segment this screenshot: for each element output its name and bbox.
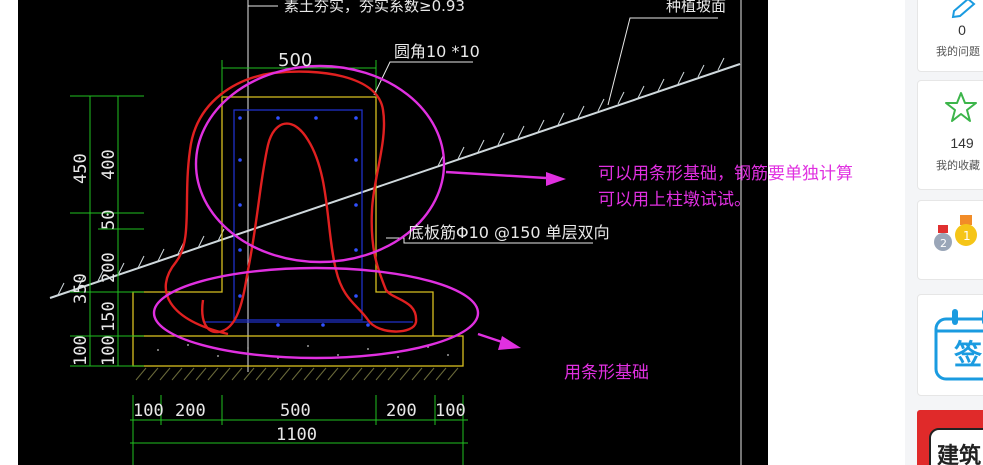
ground-hatch <box>135 367 459 381</box>
dim-total-1100: 1100 <box>276 425 317 445</box>
favorites-label: 我的收藏 <box>936 159 980 172</box>
questions-count: 0 <box>958 22 966 38</box>
promo-banner[interactable]: 建筑 <box>917 410 983 465</box>
dim-left-50: 50 <box>99 210 119 230</box>
slope-leader <box>607 17 718 106</box>
width-label: 500 <box>278 50 312 71</box>
rebar-label: 底板筋Φ10 @150 单层双向 <box>408 223 610 242</box>
dim-left-200: 200 <box>99 252 119 283</box>
signin-label: 签 <box>954 338 983 371</box>
annotation-note-2: 可以用上柱墩试试。 <box>598 190 751 210</box>
magenta-arrows <box>445 170 566 350</box>
dim-bottom-500: 500 <box>280 401 311 421</box>
signin-card[interactable]: 签 <box>917 294 983 396</box>
dim-bottom-200b: 200 <box>386 401 417 421</box>
dim-bottom-100b: 100 <box>435 401 466 421</box>
promo-banner-label: 建筑 <box>937 444 982 465</box>
medals-card[interactable]: 2 1 <box>917 200 983 280</box>
dim-left-100a: 100 <box>71 335 91 366</box>
dim-left-450: 450 <box>71 153 91 184</box>
fillet-leader <box>373 61 473 96</box>
top-label: 素土夯实，夯实系数≥0.93 <box>284 0 465 15</box>
svg-text:2: 2 <box>940 237 947 250</box>
question-content: 素土夯实，夯实系数≥0.93 种植坡面 圆角10 *10 500 底板筋Φ10 … <box>0 0 905 465</box>
my-favorites-card[interactable]: 149 我的收藏 <box>917 80 983 190</box>
cad-drawing-canvas: 素土夯实，夯实系数≥0.93 种植坡面 圆角10 *10 500 底板筋Φ10 … <box>49 0 742 465</box>
cad-drawing-image: 素土夯实，夯实系数≥0.93 种植坡面 圆角10 *10 500 底板筋Φ10 … <box>18 0 768 465</box>
red-scribble <box>164 70 418 336</box>
questions-label: 我的问题 <box>936 45 980 58</box>
dim-left-400: 400 <box>99 149 119 180</box>
fillet-label: 圆角10 *10 <box>394 42 480 61</box>
edit-icon <box>951 0 976 19</box>
star-icon <box>945 92 977 122</box>
annotation-note-3: 用条形基础 <box>564 363 649 383</box>
dim-left-100b: 100 <box>99 335 119 366</box>
magenta-ellipse-upper <box>194 64 446 264</box>
medal-icon: 2 1 <box>934 215 977 251</box>
user-sidebar: 0 我的问题 149 我的收藏 2 1 签 建筑 <box>905 0 983 465</box>
dim-bottom-200a: 200 <box>175 401 206 421</box>
slope-label: 种植坡面 <box>666 0 726 15</box>
promo-banner-inner: 建筑 <box>929 428 983 465</box>
dim-left-150: 150 <box>99 301 119 332</box>
rebar-dots <box>238 116 370 327</box>
annotation-note-1: 可以用条形基础，钢筋要单独计算 <box>598 164 853 184</box>
favorites-count: 149 <box>950 135 974 151</box>
dim-left-350: 350 <box>71 273 91 304</box>
my-questions-card[interactable]: 0 我的问题 <box>917 0 983 72</box>
dim-bottom-100a: 100 <box>133 401 164 421</box>
svg-text:1: 1 <box>963 229 971 243</box>
